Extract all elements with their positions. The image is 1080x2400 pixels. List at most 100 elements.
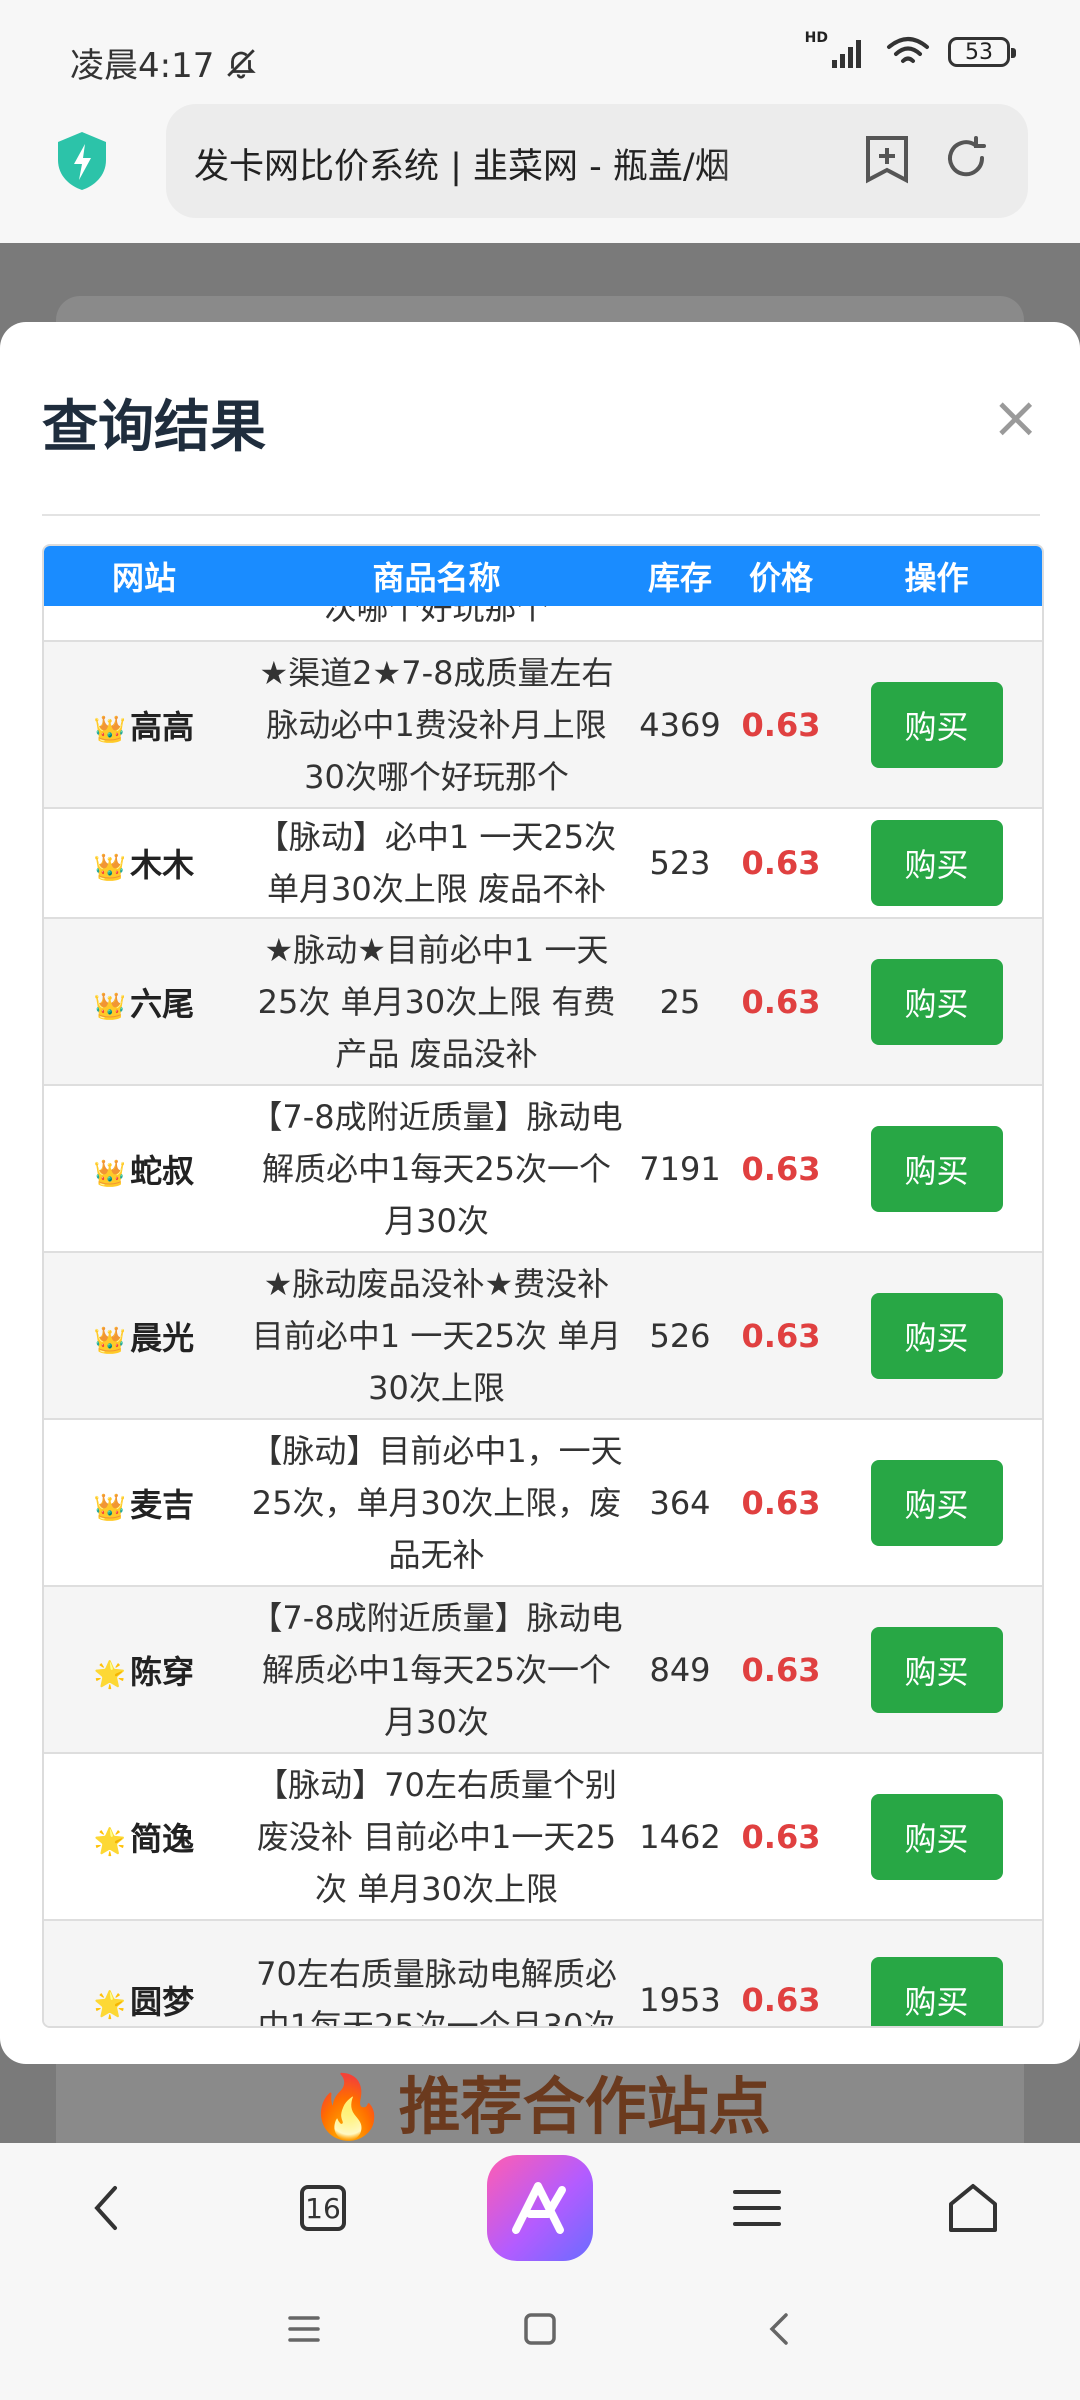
close-icon[interactable]: × — [991, 388, 1040, 446]
site-cell: 👑 高高 — [44, 642, 244, 807]
price-value: 0.63 — [741, 1149, 821, 1188]
product-name: 【7-8成附近质量】脉动电解质必中1每天25次一个月30次 — [250, 1097, 623, 1240]
system-back-icon[interactable] — [764, 2311, 794, 2347]
stock-value: 7191 — [639, 1149, 721, 1188]
signal-icon — [832, 40, 861, 68]
buy-button[interactable]: 购买 — [870, 820, 1003, 906]
site-name[interactable]: 👑 麦吉 — [94, 1480, 194, 1526]
col-price: 价格 — [748, 559, 813, 597]
table-row: 🌟 圆梦 70左右质量脉动电解质必中1每天25次一个月30次 1953 0.63 购买 — [44, 1921, 1042, 2026]
status-icons: HD 53 — [805, 30, 1016, 68]
chevron-left-icon — [94, 2186, 117, 2230]
stock-value: 364 — [649, 1483, 711, 1522]
action-cell: 购买 — [831, 1086, 1042, 1251]
divider — [42, 514, 1040, 516]
crown-icon: 👑 — [93, 1492, 127, 1523]
tab-count: 16 — [300, 2185, 346, 2231]
site-name[interactable]: 🌟 圆梦 — [94, 1977, 194, 2023]
stock-value: 526 — [649, 1316, 711, 1355]
table-header: 网站 商品名称 库存 价格 操作 — [44, 546, 1042, 606]
home-button[interactable] — [928, 2163, 1018, 2253]
crown-icon: 👑 — [93, 991, 127, 1022]
product-name: 【7-8成附近质量】脉动电解质必中1每天25次一个月30次 — [250, 1598, 623, 1741]
reload-icon[interactable] — [942, 134, 990, 182]
status-time-group: 凌晨4:17 — [70, 38, 258, 87]
shield-icon[interactable] — [54, 130, 110, 192]
buy-button[interactable]: 购买 — [870, 1793, 1003, 1880]
buy-button[interactable]: 购买 — [870, 1459, 1003, 1546]
stock-value: 849 — [649, 1650, 711, 1689]
action-cell: 购买 — [831, 642, 1042, 807]
table-row: 👑 麦吉 【脉动】目前必中1，一天25次，单月30次上限，废品无补 364 0.63 购买 — [44, 1420, 1042, 1587]
site-name[interactable]: 👑 高高 — [94, 702, 194, 748]
price-value: 0.63 — [741, 1817, 821, 1856]
price-value: 0.63 — [741, 705, 821, 744]
back-button[interactable] — [62, 2163, 152, 2253]
table-row: 👑 六尾 ★脉动★目前必中1 一天25次 单月30次上限 有费产品 废品没补 25 0.… — [44, 919, 1042, 1086]
battery-icon: 53 — [948, 37, 1016, 67]
menu-button[interactable] — [712, 2163, 802, 2253]
site-name[interactable]: 👑 晨光 — [94, 1313, 194, 1359]
recommend-section-title: 🔥 推荐合作站点 — [309, 2070, 771, 2143]
col-stock: 库存 — [647, 559, 712, 597]
buy-button[interactable]: 购买 — [870, 1125, 1003, 1212]
flame-icon: 🔥 — [309, 2070, 387, 2143]
results-modal: 查询结果 × 网站 商品名称 库存 价格 操作 次哪个好玩那个 👑 高高 ★渠道2★7… — [0, 322, 1080, 2064]
ai-assistant-button[interactable] — [487, 2155, 593, 2261]
crown-icon: 👑 — [93, 714, 127, 745]
bell-muted-icon — [227, 48, 257, 79]
product-name: ★渠道2★7-8成质量左右脉动必中1费没补月上限30次哪个好玩那个 — [259, 653, 614, 796]
action-cell: 购买 — [831, 919, 1042, 1084]
product-name: ★脉动废品没补★费没补目前必中1 一天25次 单月30次上限 — [251, 1264, 622, 1407]
system-nav-bar — [0, 2273, 1080, 2400]
product-name: 【脉动】目前必中1，一天25次，单月30次上限，废品无补 — [250, 1431, 623, 1574]
stock-value: 1953 — [639, 1981, 721, 2019]
site-cell: 👑 晨光 — [44, 1253, 244, 1418]
site-cell: 🌟 圆梦 — [44, 1921, 244, 2026]
site-cell: 👑 六尾 — [44, 919, 244, 1084]
price-value: 0.63 — [741, 1483, 821, 1522]
site-name[interactable]: 🌟 简逸 — [94, 1814, 194, 1860]
table-row: 👑 木木 【脉动】必中1 一天25次单月30次上限 废品不补 523 0.63 购买 — [44, 809, 1042, 919]
site-cell: 👑 木木 — [44, 809, 244, 917]
tabs-button[interactable]: 16 — [278, 2163, 368, 2253]
site-name[interactable]: 👑 蛇叔 — [94, 1146, 194, 1192]
col-site: 网站 — [111, 559, 176, 597]
star-icon: 🌟 — [93, 1659, 127, 1690]
recent-apps-icon[interactable] — [286, 2313, 322, 2345]
product-name: ★脉动★目前必中1 一天25次 单月30次上限 有费产品 废品没补 — [257, 930, 616, 1073]
site-name[interactable]: 👑 六尾 — [94, 979, 194, 1025]
action-cell: 购买 — [831, 1420, 1042, 1585]
buy-button[interactable]: 购买 — [870, 681, 1003, 768]
site-cell: 👑 麦吉 — [44, 1420, 244, 1585]
buy-button[interactable]: 购买 — [870, 1626, 1003, 1713]
browser-address-bar: 发卡网比价系统 | 韭菜网 - 瓶盖/烟 — [0, 100, 1080, 243]
table-row: 👑 蛇叔 【7-8成附近质量】脉动电解质必中1每天25次一个月30次 7191 0.63… — [44, 1086, 1042, 1253]
wifi-icon — [887, 37, 929, 63]
system-home-icon[interactable] — [522, 2311, 558, 2347]
buy-button[interactable]: 购买 — [870, 1292, 1003, 1379]
buy-button[interactable]: 购买 — [870, 958, 1003, 1045]
table-row: 👑 晨光 ★脉动废品没补★费没补目前必中1 一天25次 单月30次上限 526 0.63… — [44, 1253, 1042, 1420]
table-row: 🌟 简逸 【脉动】70左右质量个别废没补 目前必中1一天25次 单月30次上限 146… — [44, 1754, 1042, 1921]
ai-logo-icon — [512, 2182, 566, 2234]
site-name[interactable]: 👑 木木 — [94, 840, 194, 886]
home-icon — [949, 2184, 997, 2232]
action-cell: 购买 — [831, 1921, 1042, 2026]
url-field[interactable]: 发卡网比价系统 | 韭菜网 - 瓶盖/烟 — [166, 104, 1028, 218]
menu-icon — [733, 2190, 781, 2226]
product-name: 【脉动】必中1 一天25次单月30次上限 废品不补 — [256, 818, 617, 908]
action-cell: 购买 — [831, 809, 1042, 917]
col-product: 商品名称 — [372, 559, 501, 597]
buy-button[interactable]: 购买 — [870, 1957, 1003, 2026]
price-value: 0.63 — [741, 844, 821, 882]
price-value: 0.63 — [741, 1650, 821, 1689]
table-body: 次哪个好玩那个 👑 高高 ★渠道2★7-8成质量左右脉动必中1费没补月上限30次哪个好… — [44, 546, 1042, 2026]
crown-icon: 👑 — [93, 1325, 127, 1356]
table-row: 🌟 陈穿 【7-8成附近质量】脉动电解质必中1每天25次一个月30次 849 0.63 购… — [44, 1587, 1042, 1754]
site-name[interactable]: 🌟 陈穿 — [94, 1647, 194, 1693]
action-cell: 购买 — [831, 1253, 1042, 1418]
add-bookmark-icon[interactable] — [864, 134, 910, 184]
star-icon: 🌟 — [93, 1826, 127, 1857]
results-table[interactable]: 网站 商品名称 库存 价格 操作 次哪个好玩那个 👑 高高 ★渠道2★7-8成质量左右… — [42, 544, 1044, 2028]
